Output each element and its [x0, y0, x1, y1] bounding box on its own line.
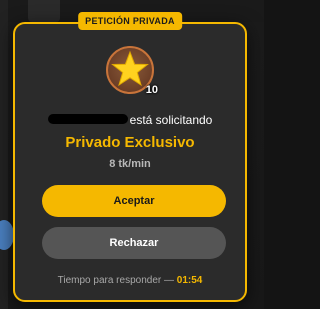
accept-button[interactable]: Aceptar [42, 185, 226, 217]
price-per-minute: 8 tk/min [109, 158, 151, 170]
redacted-username [47, 113, 128, 124]
stage: PETICIÓN PRIVADA 10 está solicitando Pri… [0, 0, 264, 309]
timer-label: Tiempo para responder — [57, 275, 174, 286]
requester-avatar: 10 [106, 46, 158, 96]
timer-value: 01:54 [176, 275, 203, 286]
background-avatar [0, 220, 14, 250]
background-sidebar [0, 0, 8, 309]
response-timer: Tiempo para responder — 01:54 [15, 275, 245, 286]
private-request-modal: PETICIÓN PRIVADA 10 está solicitando Pri… [13, 12, 247, 302]
private-request-badge: PETICIÓN PRIVADA [78, 12, 182, 30]
request-title: Privado Exclusivo [65, 134, 195, 151]
user-level: 10 [145, 84, 158, 96]
background-tile [28, 0, 60, 22]
request-line: está solicitando [15, 113, 245, 127]
reject-button[interactable]: Rechazar [42, 227, 226, 259]
request-text: está solicitando [129, 113, 213, 127]
star-icon [111, 50, 149, 87]
